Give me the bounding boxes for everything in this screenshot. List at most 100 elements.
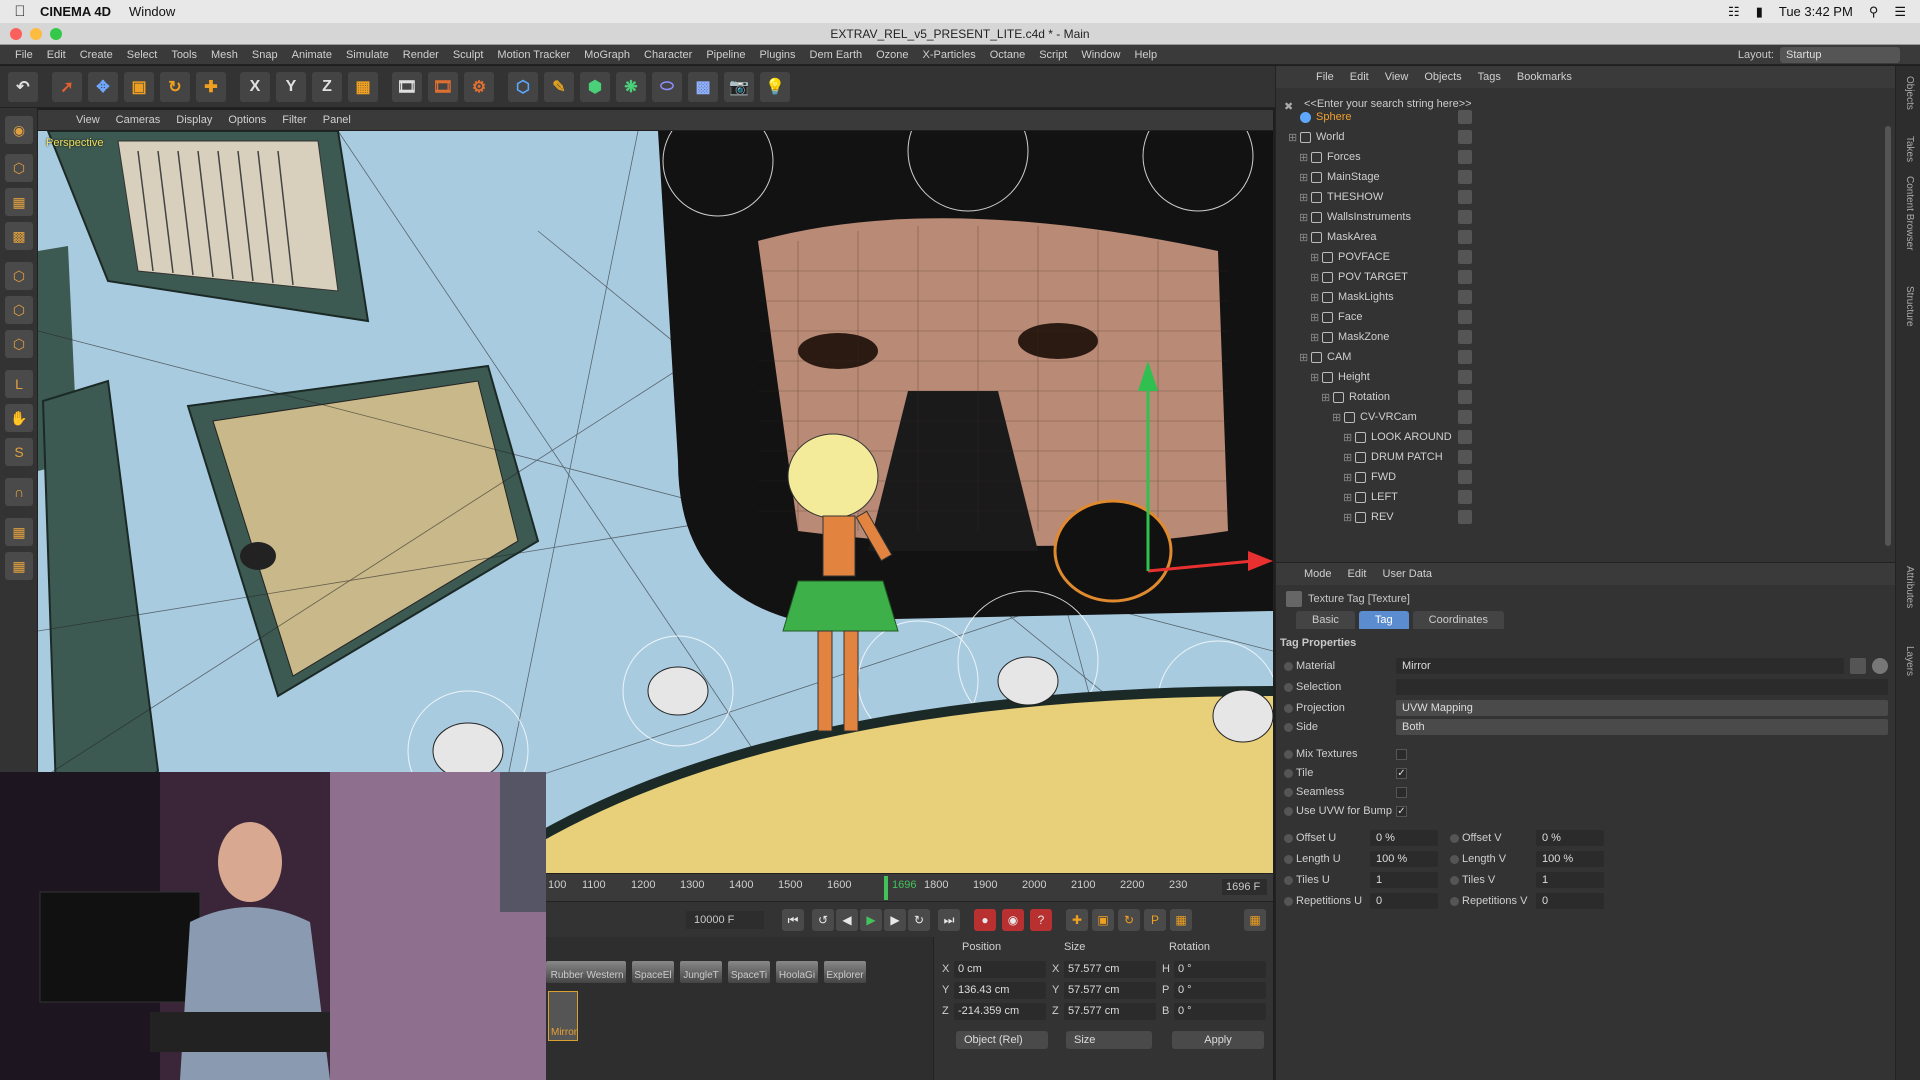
mograph-icon[interactable]: ❋ bbox=[616, 71, 646, 102]
animate-dot-icon[interactable] bbox=[1284, 662, 1293, 671]
lock-workplane-icon[interactable]: ▦ bbox=[5, 552, 33, 580]
projection-dropdown[interactable]: UVW Mapping bbox=[1396, 700, 1888, 716]
grid-icon[interactable]: ▦ bbox=[5, 518, 33, 546]
tiles-v-field[interactable]: 1 bbox=[1536, 872, 1604, 888]
menu-window[interactable]: Window bbox=[1074, 49, 1127, 61]
tile-checkbox[interactable]: ✓ bbox=[1396, 768, 1407, 779]
animate-dot-icon[interactable] bbox=[1284, 876, 1293, 885]
object-menu-bookmarks[interactable]: Bookmarks bbox=[1509, 71, 1580, 83]
clock[interactable]: Tue 3:42 PM bbox=[1779, 4, 1853, 19]
menu-animate[interactable]: Animate bbox=[285, 49, 339, 61]
menu-octane[interactable]: Octane bbox=[983, 49, 1032, 61]
menu-create[interactable]: Create bbox=[73, 49, 120, 61]
snap-icon[interactable]: S bbox=[5, 438, 33, 466]
pos-x-field[interactable]: 0 cm bbox=[954, 961, 1046, 978]
end-frame-field[interactable]: 10000 F bbox=[686, 911, 764, 929]
expand-icon[interactable]: ⊞ bbox=[1299, 211, 1308, 224]
animate-dot-icon[interactable] bbox=[1284, 788, 1293, 797]
camera-icon[interactable]: 📷 bbox=[724, 71, 754, 102]
object-row[interactable]: ⊞ FWD bbox=[1276, 468, 1886, 488]
timeline-playhead[interactable] bbox=[884, 876, 888, 900]
next-frame-icon[interactable]: ▶ bbox=[884, 909, 906, 931]
visibility-toggle[interactable] bbox=[1458, 230, 1472, 244]
minimize-window-icon[interactable] bbox=[30, 28, 42, 40]
visibility-toggle[interactable] bbox=[1458, 390, 1472, 404]
visibility-toggle[interactable] bbox=[1458, 330, 1472, 344]
side-tab-attributes[interactable]: Attributes bbox=[1901, 566, 1915, 608]
object-row[interactable]: ⊞ Height bbox=[1276, 368, 1886, 388]
menu-edit[interactable]: Edit bbox=[40, 49, 73, 61]
select-tool-icon[interactable]: ➚ bbox=[52, 71, 82, 102]
edges-mode-icon[interactable]: ⬡ bbox=[5, 296, 33, 324]
object-row[interactable]: ⊞ Forces bbox=[1276, 148, 1886, 168]
menu-pipeline[interactable]: Pipeline bbox=[699, 49, 752, 61]
visibility-toggle[interactable] bbox=[1458, 490, 1472, 504]
expand-icon[interactable]: ⊞ bbox=[1343, 431, 1352, 444]
visibility-toggle[interactable] bbox=[1458, 410, 1472, 424]
object-menu-view[interactable]: View bbox=[1377, 71, 1417, 83]
menu-file[interactable]: File bbox=[8, 49, 40, 61]
deformer-icon[interactable]: ⬭ bbox=[652, 71, 682, 102]
animate-dot-icon[interactable] bbox=[1450, 855, 1459, 864]
object-row[interactable]: ⊞ THESHOW bbox=[1276, 188, 1886, 208]
animate-dot-icon[interactable] bbox=[1450, 834, 1459, 843]
key-pla-icon[interactable]: ▦ bbox=[1170, 909, 1192, 931]
window-menu[interactable]: Window bbox=[129, 4, 175, 19]
length-u-field[interactable]: 100 % bbox=[1370, 851, 1438, 867]
render-picture-viewer-icon[interactable]: 🎞 bbox=[428, 71, 458, 102]
animate-dot-icon[interactable] bbox=[1284, 834, 1293, 843]
animate-dot-icon[interactable] bbox=[1284, 769, 1293, 778]
expand-icon[interactable]: ⊞ bbox=[1310, 291, 1319, 304]
render-settings-icon[interactable]: ⚙ bbox=[464, 71, 494, 102]
rotate-tool-icon[interactable]: ↻ bbox=[160, 71, 190, 102]
side-tab-content-browser[interactable]: Content Browser bbox=[1901, 176, 1915, 250]
key-position-icon[interactable]: ✚ bbox=[1066, 909, 1088, 931]
visibility-toggle[interactable] bbox=[1458, 150, 1472, 164]
size-y-field[interactable]: 57.577 cm bbox=[1064, 982, 1156, 999]
attribute-menu-edit[interactable]: Edit bbox=[1340, 568, 1375, 580]
attribute-menu-mode[interactable]: Mode bbox=[1296, 568, 1340, 580]
visibility-toggle[interactable] bbox=[1458, 370, 1472, 384]
transform-tool-icon[interactable]: ✚ bbox=[196, 71, 226, 102]
seamless-checkbox[interactable] bbox=[1396, 787, 1407, 798]
apple-icon[interactable]:  bbox=[0, 3, 40, 20]
tab-tag[interactable]: Tag bbox=[1358, 611, 1409, 629]
object-row[interactable]: Sphere bbox=[1276, 108, 1886, 128]
move-tool-icon[interactable]: ✥ bbox=[88, 71, 118, 102]
expand-icon[interactable]: ⊞ bbox=[1321, 391, 1330, 404]
object-row[interactable]: ⊞ Rotation bbox=[1276, 388, 1886, 408]
light-icon[interactable]: 💡 bbox=[760, 71, 790, 102]
animate-dot-icon[interactable] bbox=[1284, 723, 1293, 732]
apply-button[interactable]: Apply bbox=[1172, 1031, 1264, 1049]
object-row[interactable]: ⊞ LEFT bbox=[1276, 488, 1886, 508]
rot-b-field[interactable]: 0 ° bbox=[1174, 1003, 1266, 1020]
polygons-mode-icon[interactable]: ⬡ bbox=[5, 330, 33, 358]
model-mode-icon[interactable]: ◉ bbox=[5, 116, 33, 144]
visibility-toggle[interactable] bbox=[1458, 110, 1472, 124]
viewport-menu-view[interactable]: View bbox=[68, 114, 108, 126]
visibility-toggle[interactable] bbox=[1458, 130, 1472, 144]
rot-p-field[interactable]: 0 ° bbox=[1174, 982, 1266, 999]
menu-dem-earth[interactable]: Dem Earth bbox=[803, 49, 870, 61]
object-row[interactable]: ⊞ CV-VRCam bbox=[1276, 408, 1886, 428]
repetitions-v-field[interactable]: 0 bbox=[1536, 893, 1604, 909]
cube-icon[interactable]: ⬡ bbox=[508, 71, 538, 102]
battery-icon[interactable]: ▮ bbox=[1756, 4, 1763, 20]
object-row[interactable]: ⊞ MaskLights bbox=[1276, 288, 1886, 308]
expand-icon[interactable]: ⊞ bbox=[1310, 271, 1319, 284]
material-swatch[interactable]: HoolaGi bbox=[776, 961, 818, 983]
key-scale-icon[interactable]: ▣ bbox=[1092, 909, 1114, 931]
menu-simulate[interactable]: Simulate bbox=[339, 49, 396, 61]
animate-dot-icon[interactable] bbox=[1284, 750, 1293, 759]
visibility-toggle[interactable] bbox=[1458, 190, 1472, 204]
y-axis-icon[interactable]: Y bbox=[276, 71, 306, 102]
material-swatch[interactable]: Western bbox=[584, 961, 626, 983]
animate-dot-icon[interactable] bbox=[1284, 855, 1293, 864]
menu-tools[interactable]: Tools bbox=[164, 49, 204, 61]
object-row[interactable]: ⊞ DRUM PATCH bbox=[1276, 448, 1886, 468]
object-menu-objects[interactable]: Objects bbox=[1416, 71, 1469, 83]
go-to-start-icon[interactable]: ⏮ bbox=[782, 909, 804, 931]
timeline-window-icon[interactable]: ▦ bbox=[1244, 909, 1266, 931]
side-tab-structure[interactable]: Structure bbox=[1901, 286, 1915, 327]
menu-mesh[interactable]: Mesh bbox=[204, 49, 245, 61]
